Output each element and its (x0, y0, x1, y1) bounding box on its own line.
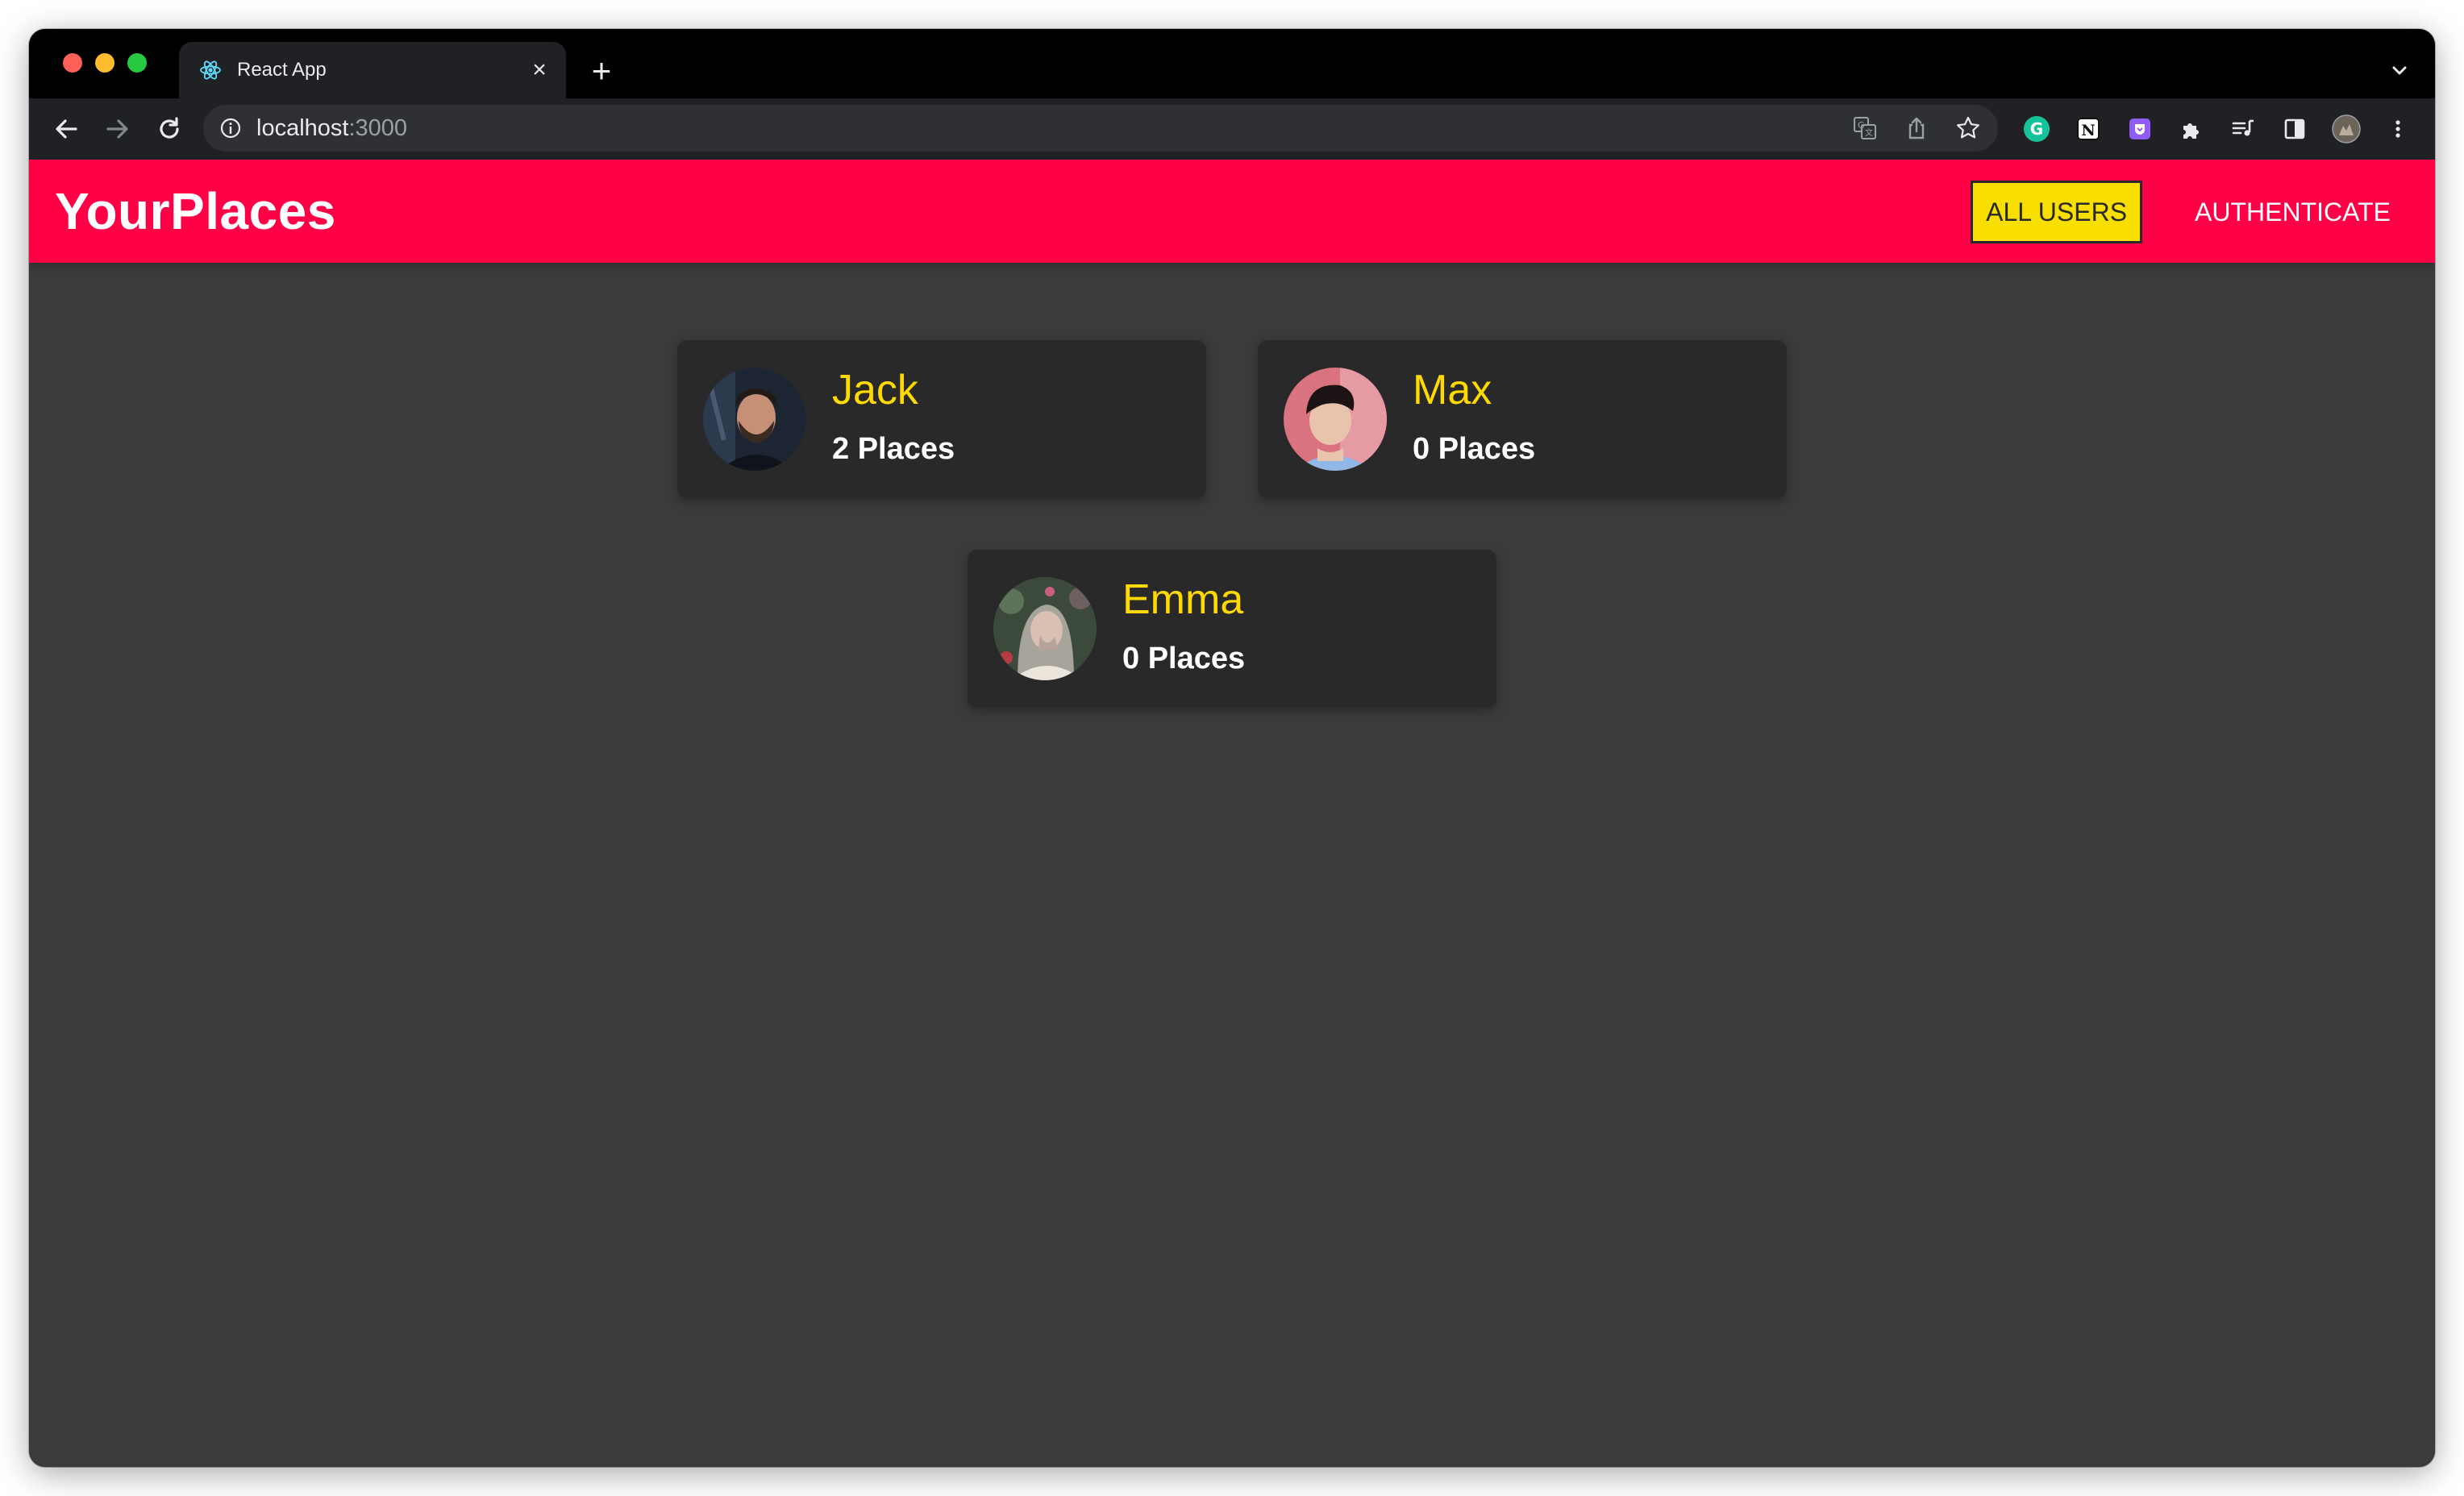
star-icon[interactable] (1954, 114, 1982, 142)
tab-strip: React App × + (29, 29, 2435, 98)
profile-avatar-icon[interactable] (2332, 114, 2361, 143)
user-place-count: 2 Places (832, 432, 955, 466)
nav-all-users[interactable]: ALL USERS (1971, 181, 2143, 243)
avatar (703, 368, 806, 471)
user-place-count: 0 Places (1122, 642, 1246, 675)
user-card-max[interactable]: Max 0 Places (1258, 340, 1787, 498)
close-window-button[interactable] (63, 53, 82, 73)
svg-text:G: G (2030, 119, 2043, 139)
url-text[interactable]: localhost:3000 (256, 116, 407, 140)
url-host: localhost (256, 115, 349, 141)
forward-arrow-icon[interactable] (102, 113, 134, 145)
page-content: YourPlaces ALL USERS AUTHENTICATE Jack 2… (29, 160, 2435, 1467)
svg-text:文: 文 (1865, 127, 1873, 138)
svg-text:G: G (1858, 120, 1865, 131)
side-panel-icon[interactable] (2280, 114, 2309, 143)
user-name: Jack (832, 367, 918, 413)
main-navigation: ALL USERS AUTHENTICATE (1971, 181, 2406, 243)
grammarly-icon[interactable]: G (2022, 114, 2051, 143)
minimize-window-button[interactable] (95, 53, 114, 73)
chevron-down-icon[interactable] (2387, 58, 2412, 84)
url-port: :3000 (348, 115, 408, 141)
main-header: YourPlaces ALL USERS AUTHENTICATE (29, 160, 2435, 263)
tab-react-app[interactable]: React App × (179, 42, 566, 98)
nav-authenticate[interactable]: AUTHENTICATE (2179, 181, 2406, 243)
user-place-count: 0 Places (1413, 432, 1536, 466)
media-queue-icon[interactable] (2229, 114, 2258, 143)
close-icon[interactable]: × (527, 58, 551, 82)
translate-icon[interactable]: G文 (1851, 114, 1879, 142)
extension-shield-icon[interactable] (2125, 114, 2154, 143)
react-favicon (200, 60, 221, 80)
avatar (1284, 368, 1387, 471)
avatar (993, 577, 1097, 680)
address-bar[interactable]: localhost:3000 G文 (203, 105, 1998, 152)
user-name: Emma (1122, 576, 1244, 623)
user-card-jack[interactable]: Jack 2 Places (677, 340, 1206, 498)
browser-window: React App × + localhost:3000 G 文 G N You… (29, 29, 2435, 1467)
puzzle-icon[interactable] (2177, 114, 2206, 143)
extensions-row: G N (2022, 114, 2412, 143)
browser-toolbar: localhost:3000 G文 G N (29, 98, 2435, 160)
user-name: Max (1413, 367, 1492, 413)
tab-title: React App (237, 59, 327, 81)
plus-icon[interactable]: + (585, 54, 618, 88)
svg-text:N: N (2081, 122, 2095, 139)
reload-icon[interactable] (153, 113, 185, 145)
brand-link[interactable]: YourPlaces (55, 181, 336, 242)
notion-icon[interactable]: N (2074, 114, 2103, 143)
address-bar-actions: G文 (1851, 114, 1982, 142)
window-controls (63, 53, 147, 73)
user-card-emma[interactable]: Emma 0 Places (968, 550, 1496, 708)
info-icon[interactable] (219, 117, 242, 139)
more-vert-icon[interactable] (2383, 114, 2412, 143)
back-arrow-icon[interactable] (50, 113, 82, 145)
share-icon[interactable] (1903, 114, 1930, 142)
maximize-window-button[interactable] (127, 53, 147, 73)
